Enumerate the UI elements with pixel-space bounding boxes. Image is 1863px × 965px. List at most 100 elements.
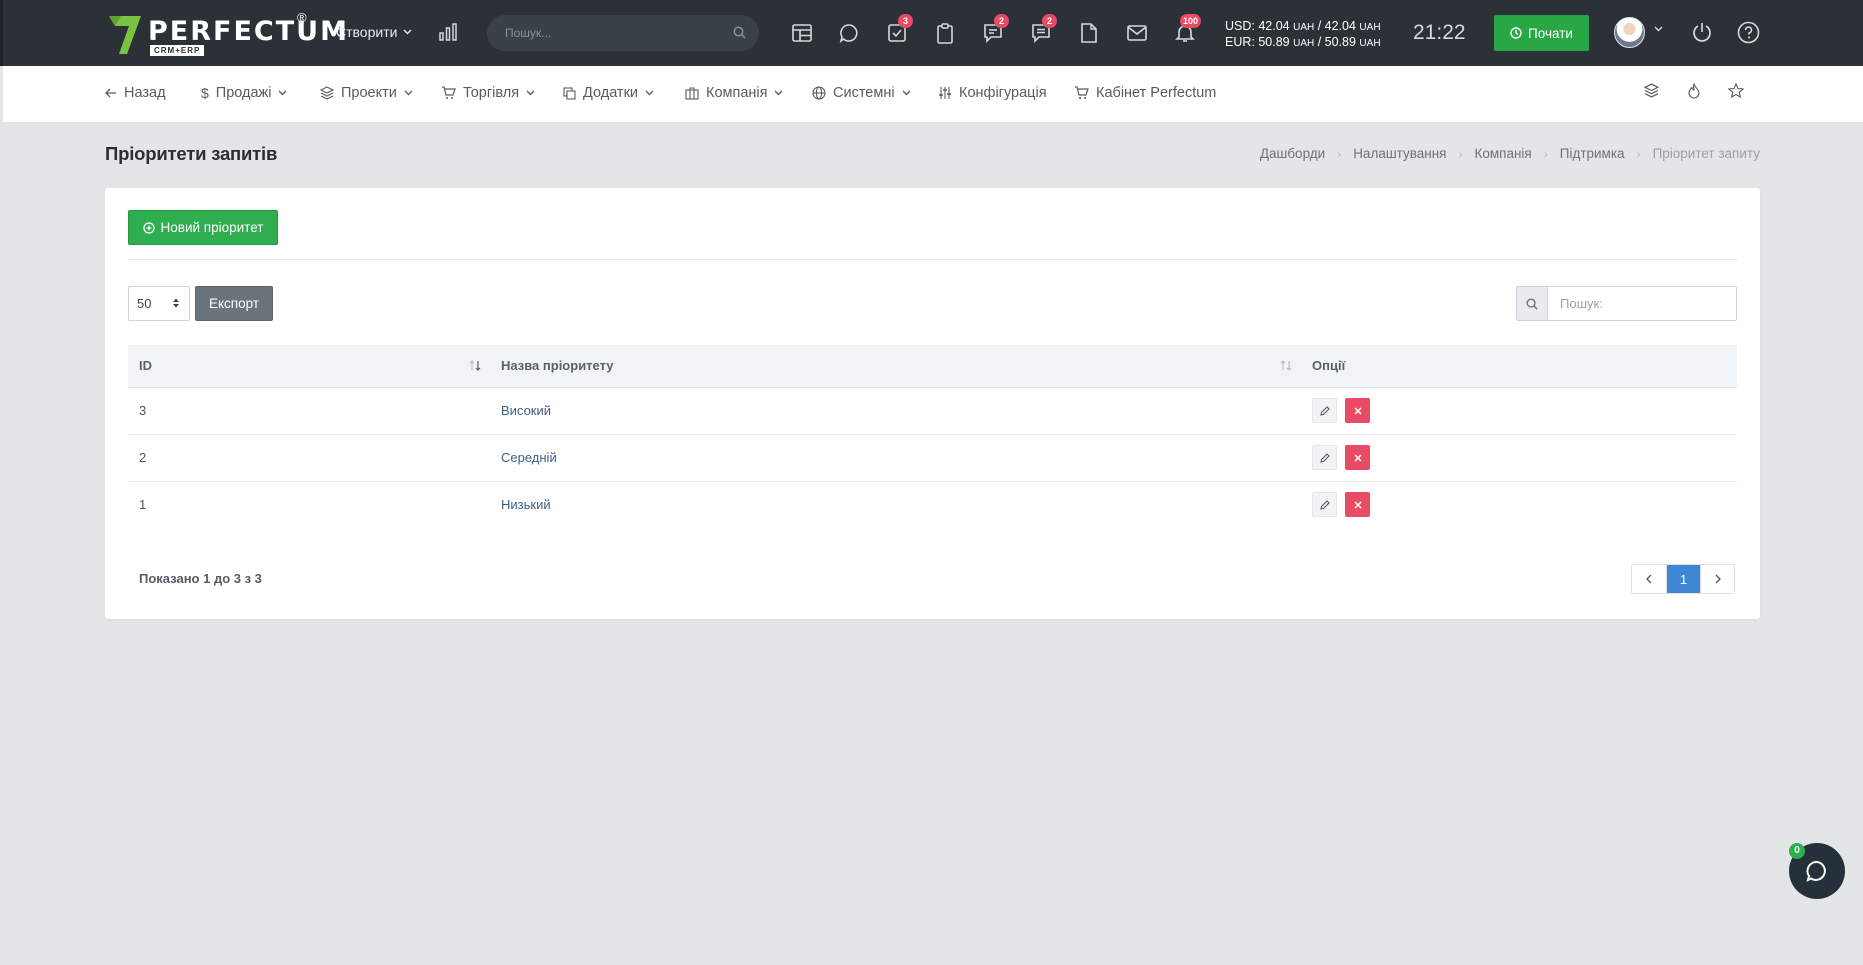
header-search-input[interactable] bbox=[505, 15, 715, 51]
power-icon[interactable] bbox=[1691, 21, 1713, 43]
nav-addons[interactable]: Додатки bbox=[563, 85, 654, 101]
logo-reg: ® bbox=[297, 10, 307, 25]
prev-page-button[interactable] bbox=[1632, 565, 1666, 593]
table-icon[interactable] bbox=[789, 20, 815, 46]
column-header-id[interactable]: ID bbox=[128, 345, 490, 388]
nav-sales[interactable]: $ Продажі bbox=[201, 85, 287, 101]
new-priority-label: Новий пріоритет bbox=[160, 220, 264, 235]
breadcrumb-separator-icon: › bbox=[1636, 146, 1641, 161]
layers-icon[interactable] bbox=[1644, 83, 1659, 98]
usd-rate: USD: 42.04 UAH / 42.04 UAH bbox=[1225, 19, 1381, 33]
table-search-input[interactable] bbox=[1548, 287, 1736, 320]
breadcrumb-separator-icon: › bbox=[1543, 146, 1548, 161]
sort-desc-icon bbox=[469, 360, 481, 371]
breadcrumb-item[interactable]: Компанія bbox=[1475, 146, 1532, 161]
cell-name-link[interactable]: Низький bbox=[490, 481, 1301, 528]
perfectum-logo[interactable]: PERFECTUM ® CRM+ERP bbox=[107, 10, 347, 58]
delete-button[interactable] bbox=[1345, 492, 1370, 518]
cell-options bbox=[1301, 481, 1737, 528]
chevron-down-icon[interactable] bbox=[1654, 26, 1663, 32]
edit-button[interactable] bbox=[1312, 398, 1337, 423]
next-page-button[interactable] bbox=[1700, 565, 1734, 593]
cell-options bbox=[1301, 387, 1737, 435]
chat-bubble-icon bbox=[1806, 861, 1826, 882]
chevron-left-icon bbox=[1646, 574, 1652, 584]
chevron-down-icon bbox=[775, 90, 783, 96]
header-search[interactable] bbox=[487, 15, 759, 51]
page-length-select[interactable]: 50 bbox=[128, 286, 190, 321]
main-nav: Назад $ Продажі Проекти Торгівля Додатки… bbox=[3, 66, 1863, 123]
nav-company[interactable]: Компанія bbox=[685, 85, 783, 101]
nav-projects[interactable]: Проекти bbox=[320, 85, 413, 101]
top-header: PERFECTUM ® CRM+ERP Створити 3 2 2 bbox=[0, 0, 1863, 66]
bell-icon[interactable]: 100 bbox=[1172, 14, 1202, 46]
cell-id: 1 bbox=[139, 497, 147, 513]
page-button-current[interactable]: 1 bbox=[1666, 565, 1700, 593]
breadcrumb-item[interactable]: Дашборди bbox=[1260, 146, 1325, 161]
table-header-row: ID Назва пріоритету Опції bbox=[128, 345, 1737, 388]
page-length-value: 50 bbox=[137, 296, 152, 311]
nav-cabinet[interactable]: Кабінет Perfectum bbox=[1074, 85, 1216, 101]
chat-badge: 2 bbox=[994, 14, 1009, 28]
edit-button[interactable] bbox=[1312, 445, 1337, 470]
currency-rates: USD: 42.04 UAH / 42.04 UAH EUR: 50.89 UA… bbox=[1225, 19, 1381, 51]
nav-trade[interactable]: Торгівля bbox=[441, 85, 535, 101]
sliders-icon bbox=[939, 87, 951, 99]
export-button[interactable]: Експорт bbox=[195, 286, 273, 321]
message-icon[interactable]: 2 bbox=[1028, 14, 1057, 46]
notifications-badge: 100 bbox=[1180, 14, 1202, 28]
breadcrumb-item[interactable]: Налаштування bbox=[1353, 146, 1446, 161]
chevron-down-icon bbox=[526, 90, 535, 96]
start-timer-button[interactable]: Почати bbox=[1494, 15, 1589, 51]
logo-mark-icon bbox=[109, 16, 141, 54]
tasks-badge: 3 bbox=[898, 14, 913, 28]
pagination: 1 bbox=[1631, 564, 1735, 594]
delete-button[interactable] bbox=[1345, 398, 1370, 423]
briefcase-icon bbox=[685, 86, 699, 100]
nav-back[interactable]: Назад bbox=[105, 85, 166, 101]
breadcrumb: Дашборди › Налаштування › Компанія › Під… bbox=[1260, 146, 1760, 161]
chat-widget-button[interactable]: 0 bbox=[1789, 843, 1845, 899]
cell-name-link[interactable]: Високий bbox=[490, 387, 1301, 435]
chevron-down-icon bbox=[645, 90, 654, 96]
chat-alt-icon[interactable]: 2 bbox=[980, 14, 1009, 46]
checklist-icon[interactable]: 3 bbox=[884, 14, 913, 46]
nav-config[interactable]: Конфігурація bbox=[938, 85, 1047, 101]
nav-system[interactable]: Системні bbox=[812, 85, 911, 101]
chevron-down-icon bbox=[403, 29, 412, 35]
mail-icon[interactable] bbox=[1124, 20, 1150, 46]
create-menu[interactable]: Створити bbox=[336, 24, 412, 40]
close-icon bbox=[1353, 501, 1362, 509]
delete-button[interactable] bbox=[1345, 445, 1370, 470]
breadcrumb-item[interactable]: Підтримка bbox=[1560, 146, 1625, 161]
divider bbox=[128, 259, 1737, 260]
chart-icon[interactable] bbox=[438, 22, 458, 42]
page-title: Пріоритети запитів bbox=[105, 143, 278, 164]
edit-button[interactable] bbox=[1312, 492, 1337, 518]
layers-icon bbox=[320, 86, 334, 100]
cell-name-link[interactable]: Середній bbox=[490, 434, 1301, 482]
arrow-left-icon bbox=[105, 88, 116, 98]
pencil-icon bbox=[1319, 500, 1330, 510]
eur-rate: EUR: 50.89 UAH / 50.89 UAH bbox=[1225, 35, 1381, 49]
fire-icon[interactable] bbox=[1687, 83, 1701, 99]
cell-id: 3 bbox=[128, 387, 490, 435]
chat-bubble-icon[interactable] bbox=[836, 20, 862, 46]
column-header-name[interactable]: Назва пріоритету bbox=[490, 345, 1301, 388]
globe-icon bbox=[812, 86, 826, 100]
clock-icon bbox=[1510, 27, 1522, 39]
search-icon[interactable] bbox=[733, 26, 746, 39]
clipboard-icon[interactable] bbox=[932, 20, 958, 46]
breadcrumb-separator-icon: › bbox=[1458, 146, 1463, 161]
breadcrumb-current: Пріоритет запиту bbox=[1652, 146, 1760, 161]
help-icon[interactable] bbox=[1737, 21, 1760, 44]
messages-badge: 2 bbox=[1042, 14, 1057, 28]
star-icon[interactable] bbox=[1728, 83, 1744, 98]
create-label: Створити bbox=[336, 24, 398, 40]
table-search[interactable] bbox=[1516, 286, 1737, 321]
table-row: 3 Високий bbox=[128, 387, 1737, 435]
avatar[interactable] bbox=[1614, 17, 1645, 48]
file-icon[interactable] bbox=[1076, 20, 1102, 46]
table-row: 2 Середній bbox=[128, 434, 1737, 482]
new-priority-button[interactable]: Новий пріоритет bbox=[128, 210, 278, 245]
